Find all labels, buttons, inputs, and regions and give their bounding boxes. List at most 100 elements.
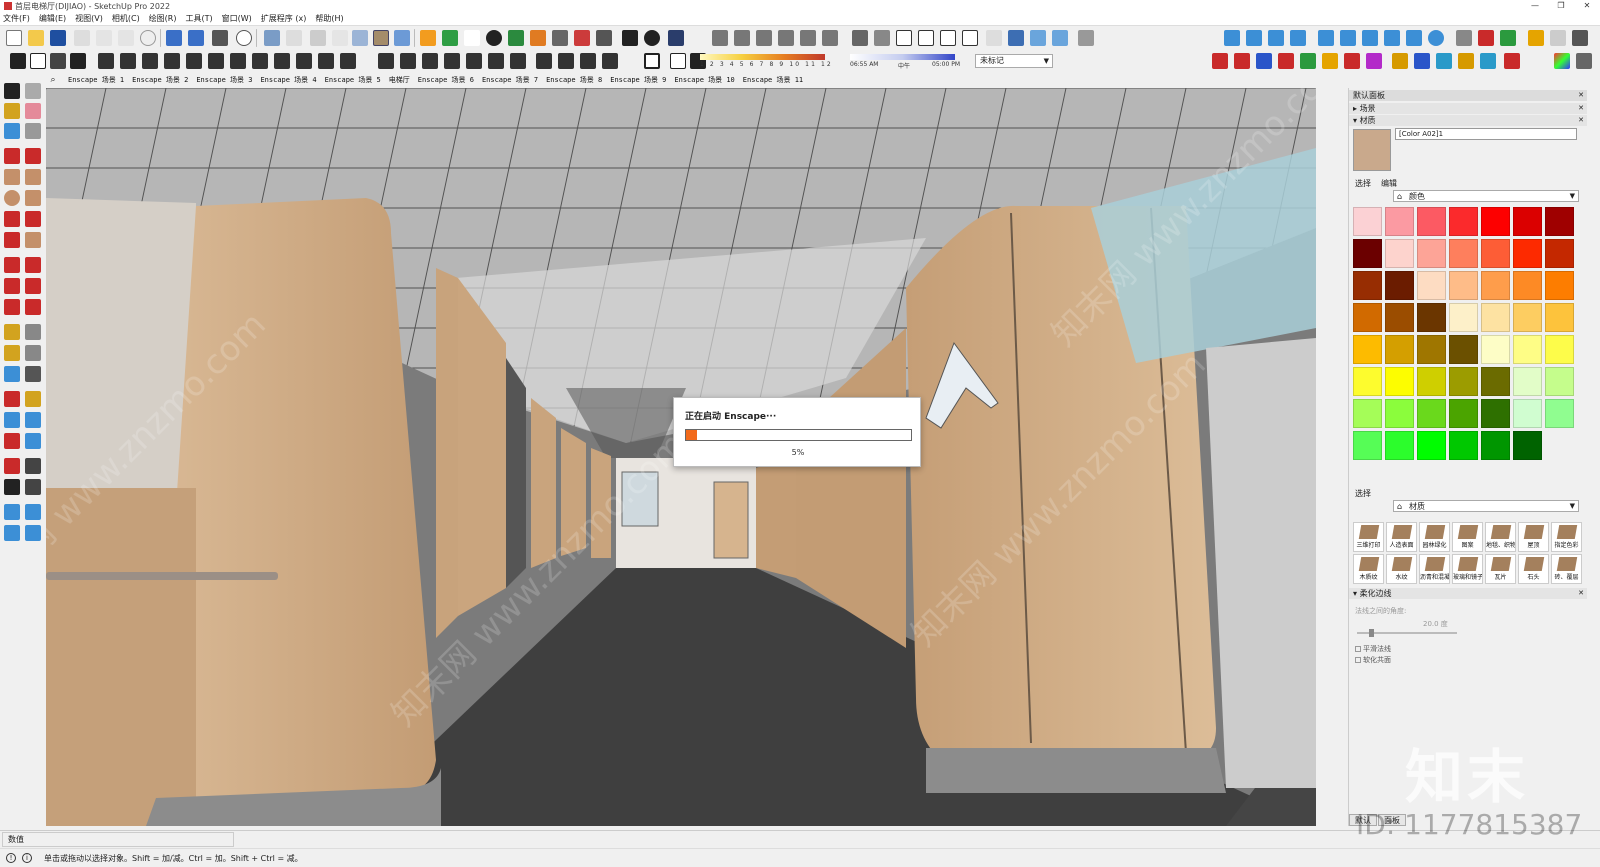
section-tool-icon[interactable]	[25, 479, 41, 495]
shadows-icon[interactable]	[644, 53, 660, 69]
rotated-rect-icon[interactable]	[25, 169, 41, 185]
ext-x3-icon[interactable]	[1256, 53, 1272, 69]
sandbox-2-icon[interactable]	[25, 504, 41, 520]
ext-tool-2-icon[interactable]	[1340, 30, 1356, 46]
select-icon[interactable]	[4, 83, 20, 99]
style-3-icon[interactable]	[756, 30, 772, 46]
ext-cloud-3-icon[interactable]	[1268, 30, 1284, 46]
scene-tab[interactable]: Enscape 场景 10	[674, 75, 734, 85]
ext-x14-icon[interactable]	[1504, 53, 1520, 69]
color-swatch[interactable]	[1481, 431, 1510, 460]
ext-x13-icon[interactable]	[1480, 53, 1496, 69]
enscape-feedback-icon[interactable]	[622, 30, 638, 46]
enscape-link-icon[interactable]	[464, 30, 480, 46]
ext-u-icon[interactable]	[558, 53, 574, 69]
sandbox-4-icon[interactable]	[25, 525, 41, 541]
ext-k-icon[interactable]	[318, 53, 334, 69]
ext-tool-3-icon[interactable]	[1362, 30, 1378, 46]
ext-x1-icon[interactable]	[1212, 53, 1228, 69]
lasso-icon[interactable]	[25, 83, 41, 99]
color-swatch[interactable]	[1417, 271, 1446, 300]
ext-arrow-icon[interactable]	[1456, 30, 1472, 46]
ext-f-icon[interactable]	[208, 53, 224, 69]
eraser-tool-icon[interactable]	[25, 103, 41, 119]
color-swatch[interactable]	[1417, 303, 1446, 332]
top-view-icon[interactable]	[874, 30, 890, 46]
material-category[interactable]: 地毯、织物	[1485, 522, 1516, 552]
section-cuts-icon[interactable]	[1052, 30, 1068, 46]
color-swatch[interactable]	[1513, 367, 1542, 396]
text-icon[interactable]	[25, 345, 41, 361]
material-category[interactable]: 瓦片	[1485, 554, 1516, 584]
time-slider[interactable]	[850, 54, 955, 60]
copy-icon[interactable]	[96, 30, 112, 46]
zoom-extents-icon[interactable]	[4, 433, 20, 449]
color-swatch[interactable]	[1385, 207, 1414, 236]
push-pull-icon[interactable]	[25, 257, 41, 273]
ext-x4-icon[interactable]	[1278, 53, 1294, 69]
ext-x7-icon[interactable]	[1344, 53, 1360, 69]
material-category[interactable]: 砖、覆层	[1551, 554, 1582, 584]
scene-tab[interactable]: Enscape 场景 11	[743, 75, 803, 85]
style-5-icon[interactable]	[800, 30, 816, 46]
ext-a-icon[interactable]	[98, 53, 114, 69]
offset-icon[interactable]	[25, 299, 41, 315]
enscape-start-icon[interactable]	[420, 30, 436, 46]
enscape-add-icon[interactable]	[486, 30, 502, 46]
ext-m-icon[interactable]	[378, 53, 394, 69]
ext-x9-icon[interactable]	[1392, 53, 1408, 69]
ext-o-icon[interactable]	[422, 53, 438, 69]
color-swatch[interactable]	[1449, 303, 1478, 332]
color-swatch[interactable]	[1481, 335, 1510, 364]
ext-cloud-2-icon[interactable]	[1246, 30, 1262, 46]
section-display-icon[interactable]	[1030, 30, 1046, 46]
ext-x12-icon[interactable]	[1458, 53, 1474, 69]
color-swatch[interactable]	[1481, 239, 1510, 268]
material-category[interactable]: 水纹	[1386, 554, 1417, 584]
orbit-tool-icon[interactable]	[4, 391, 20, 407]
axes-icon[interactable]	[4, 366, 20, 382]
enscape-info-icon[interactable]	[644, 30, 660, 46]
ext-b-icon[interactable]	[120, 53, 136, 69]
enscape-render-icon[interactable]	[530, 30, 546, 46]
color-swatch[interactable]	[1385, 399, 1414, 428]
polygon-icon[interactable]	[25, 190, 41, 206]
menu-view[interactable]: 视图(V)	[75, 13, 103, 24]
circle-icon[interactable]	[4, 190, 20, 206]
ext-j-icon[interactable]	[296, 53, 312, 69]
color-swatch[interactable]	[1385, 239, 1414, 268]
color-swatch[interactable]	[1449, 239, 1478, 268]
style-4-icon[interactable]	[778, 30, 794, 46]
section-plane-icon[interactable]	[1008, 30, 1024, 46]
color-swatch[interactable]	[1353, 335, 1382, 364]
color-swatch[interactable]	[1513, 207, 1542, 236]
front-view-icon[interactable]	[896, 30, 912, 46]
three-point-arc-icon[interactable]	[4, 232, 20, 248]
color-swatch[interactable]	[1481, 303, 1510, 332]
pan-icon[interactable]	[25, 391, 41, 407]
color-swatch[interactable]	[1353, 303, 1382, 332]
component-icon[interactable]	[4, 123, 20, 139]
shaded-textures-icon[interactable]	[373, 30, 389, 46]
color-picker-icon[interactable]	[1554, 53, 1570, 69]
tag-dropdown[interactable]: 未标记 ▼	[975, 54, 1053, 68]
scale-icon[interactable]	[4, 299, 20, 315]
material-category[interactable]: 木质纹	[1353, 554, 1384, 584]
enscape-panorama-icon[interactable]	[552, 30, 568, 46]
color-swatch[interactable]	[1545, 399, 1574, 428]
scene-tab[interactable]: Enscape 场景 4	[260, 75, 316, 85]
ext-cloud-4-icon[interactable]	[1290, 30, 1306, 46]
ext-e-icon[interactable]	[186, 53, 202, 69]
color-swatch[interactable]	[1545, 367, 1574, 396]
enscape-asset-icon[interactable]	[508, 30, 524, 46]
material-category[interactable]: 图案	[1452, 522, 1483, 552]
color-swatch[interactable]	[1385, 431, 1414, 460]
protractor-icon[interactable]	[4, 345, 20, 361]
model-info-icon[interactable]	[236, 30, 252, 46]
color-swatch[interactable]	[1545, 335, 1574, 364]
left-view-icon[interactable]	[962, 30, 978, 46]
ext-l-icon[interactable]	[340, 53, 356, 69]
material-category[interactable]: 玻璃和镜子	[1452, 554, 1483, 584]
scene-tab[interactable]: Enscape 场景 1	[68, 75, 124, 85]
print-icon[interactable]	[212, 30, 228, 46]
